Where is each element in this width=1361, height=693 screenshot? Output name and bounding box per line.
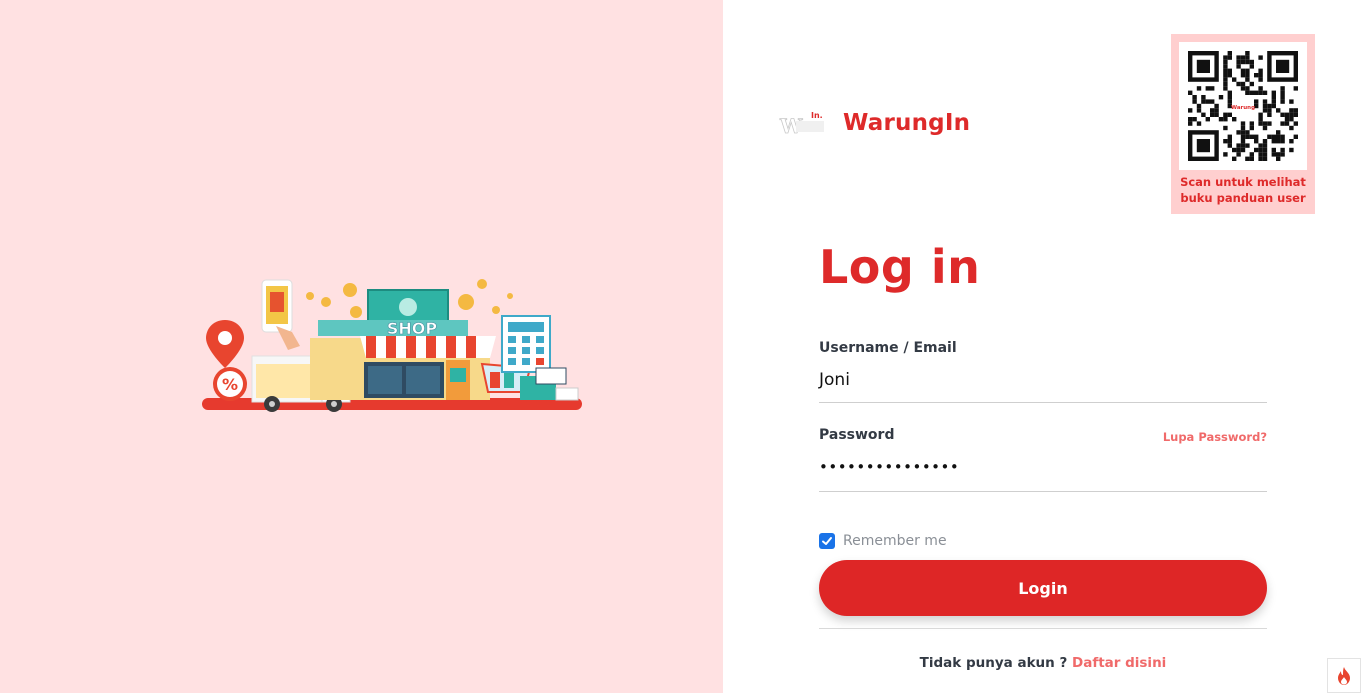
signup-prompt-text: Tidak punya akun ?	[919, 655, 1068, 671]
svg-text:In.: In.	[811, 111, 823, 120]
password-label: Password	[819, 427, 895, 443]
phone-icon	[261, 279, 300, 350]
calculator-icon	[501, 315, 551, 373]
qr-caption-line2: buku panduan user	[1180, 191, 1306, 205]
svg-text:%: %	[222, 375, 238, 394]
debug-toolbar-button[interactable]	[1327, 658, 1361, 693]
illustration-pane: % SHOP	[0, 0, 723, 693]
brand-logo-icon: W In.	[779, 111, 824, 138]
signup-prompt: Tidak punya akun ? Daftar disini	[819, 655, 1267, 671]
password-underline	[819, 491, 1267, 492]
qr-center-logo: Warung	[1231, 105, 1255, 111]
user-guide-qr: Warung Scan untuk melihat buku panduan u…	[1171, 34, 1315, 214]
remember-me-checkbox[interactable]	[819, 533, 835, 549]
password-input[interactable]: •••••••••••••••	[819, 458, 959, 476]
check-icon	[822, 537, 832, 545]
shop-building	[310, 336, 496, 400]
brand-name: WarungIn	[843, 110, 971, 136]
remember-me[interactable]: Remember me	[819, 533, 947, 549]
login-button[interactable]: Login	[819, 560, 1267, 616]
qr-caption: Scan untuk melihat buku panduan user	[1171, 174, 1315, 206]
brand: W In. WarungIn	[778, 108, 970, 138]
signup-link[interactable]: Daftar disini	[1072, 655, 1166, 671]
qr-code: Warung	[1179, 42, 1307, 170]
qr-code-icon: Warung	[1188, 51, 1298, 161]
forgot-password-link[interactable]: Lupa Password?	[1163, 430, 1267, 444]
username-input[interactable]: Joni	[819, 370, 850, 390]
remember-me-label: Remember me	[843, 533, 947, 549]
username-label: Username / Email	[819, 340, 957, 356]
login-page: % SHOP W In. WarungIn Warung Scan untuk …	[0, 0, 1361, 693]
location-pin-icon	[206, 320, 244, 368]
login-pane: W In. WarungIn Warung Scan untuk melihat…	[723, 0, 1361, 693]
shop-illustration: % SHOP	[202, 279, 582, 412]
username-underline	[819, 402, 1267, 403]
qr-caption-line1: Scan untuk melihat	[1180, 175, 1306, 189]
discount-badge-icon: %	[213, 367, 247, 401]
divider	[819, 628, 1267, 629]
shop-sign-text: SHOP	[387, 319, 438, 338]
page-title: Log in	[819, 240, 981, 294]
flame-icon	[1338, 666, 1350, 685]
